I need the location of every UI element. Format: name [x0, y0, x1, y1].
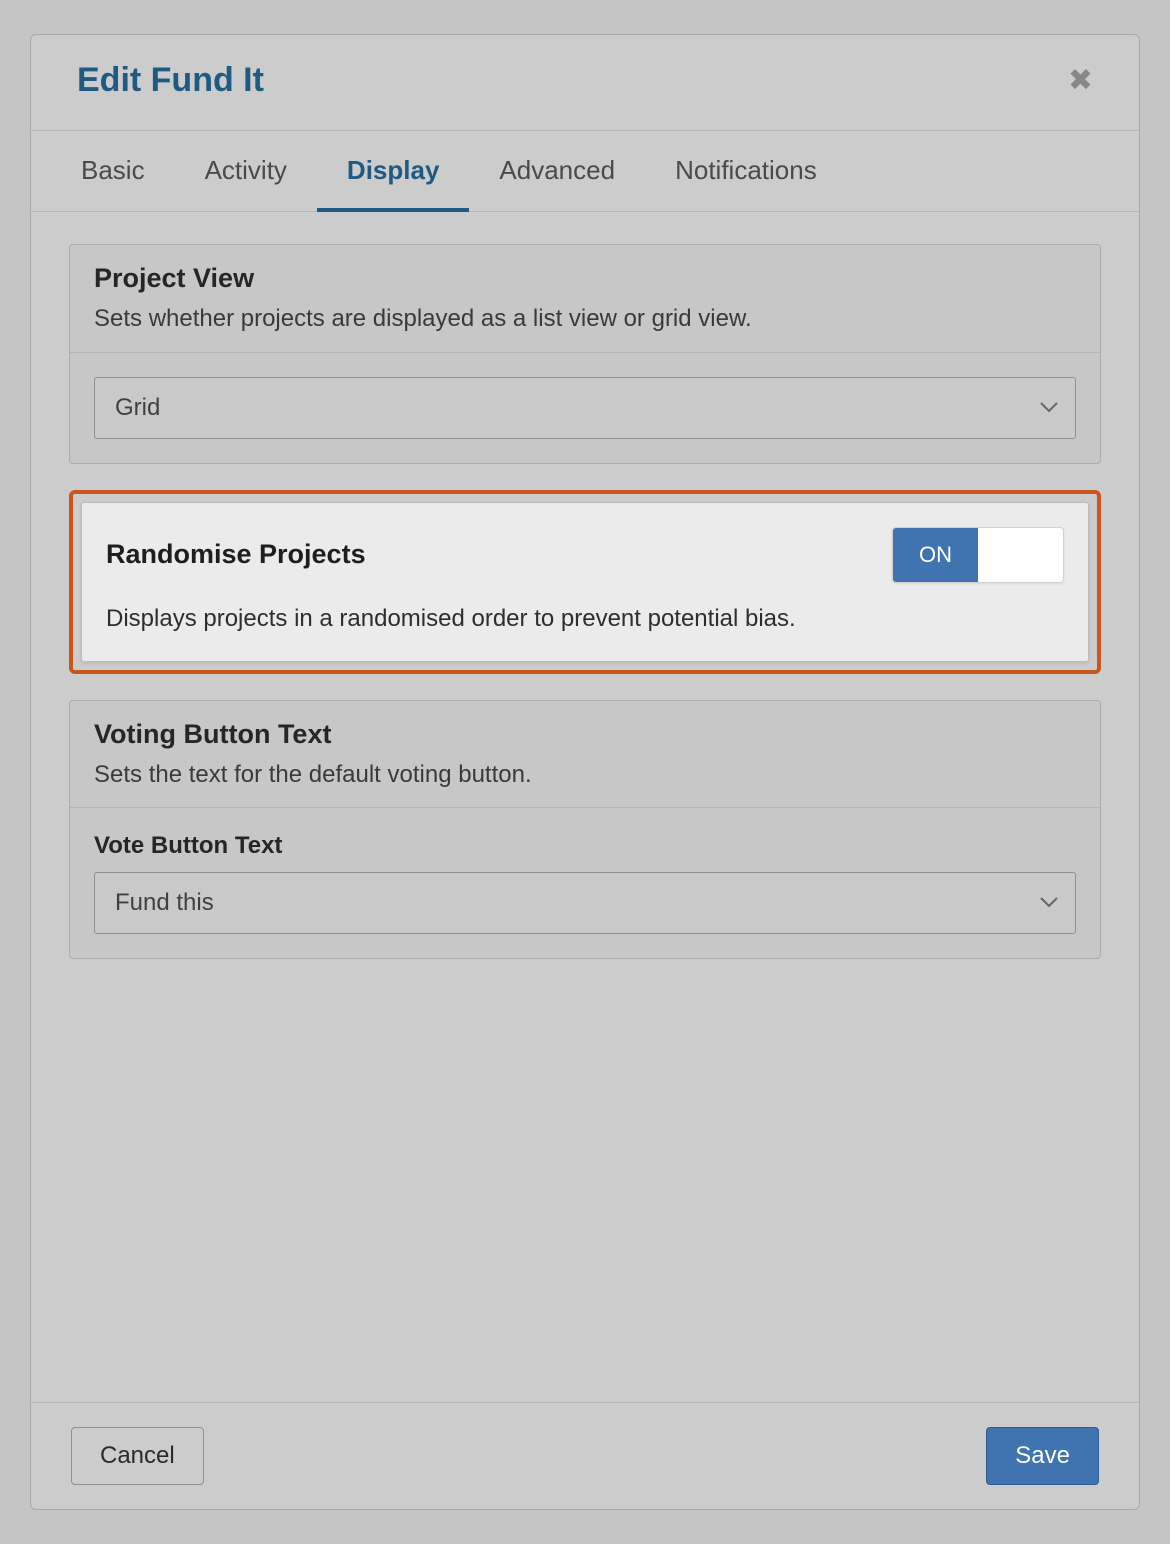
tab-display[interactable]: Display — [317, 131, 470, 212]
voting-card: Voting Button Text Sets the text for the… — [69, 700, 1101, 960]
project-view-desc: Sets whether projects are displayed as a… — [94, 302, 1076, 336]
modal-header: Edit Fund It ✖ — [31, 35, 1139, 131]
randomise-toggle-on: ON — [893, 528, 978, 582]
randomise-title: Randomise Projects — [106, 539, 366, 570]
project-view-body: Grid — [70, 353, 1100, 463]
cancel-button[interactable]: Cancel — [71, 1427, 204, 1485]
tab-notifications[interactable]: Notifications — [645, 131, 847, 212]
edit-fund-it-modal: Edit Fund It ✖ Basic Activity Display Ad… — [30, 34, 1140, 1510]
tab-activity[interactable]: Activity — [175, 131, 317, 212]
randomise-row: Randomise Projects ON — [106, 527, 1064, 583]
vote-button-text-select[interactable]: Fund this — [94, 872, 1076, 934]
tab-basic[interactable]: Basic — [51, 131, 175, 212]
voting-body: Vote Button Text Fund this — [70, 808, 1100, 958]
randomise-card: Randomise Projects ON Displays projects … — [81, 502, 1089, 662]
vote-button-text-label: Vote Button Text — [94, 832, 1076, 860]
project-view-select-wrap: Grid — [94, 377, 1076, 439]
project-view-head: Project View Sets whether projects are d… — [70, 245, 1100, 353]
tab-advanced[interactable]: Advanced — [469, 131, 645, 212]
close-icon[interactable]: ✖ — [1068, 66, 1093, 96]
project-view-select[interactable]: Grid — [94, 377, 1076, 439]
project-view-card: Project View Sets whether projects are d… — [69, 244, 1101, 464]
voting-head: Voting Button Text Sets the text for the… — [70, 701, 1100, 809]
voting-desc: Sets the text for the default voting but… — [94, 758, 1076, 792]
randomise-highlight: Randomise Projects ON Displays projects … — [69, 490, 1101, 674]
modal-footer: Cancel Save — [31, 1402, 1139, 1509]
modal-body: Project View Sets whether projects are d… — [31, 212, 1139, 1402]
save-button[interactable]: Save — [986, 1427, 1099, 1485]
modal-title: Edit Fund It — [77, 61, 264, 100]
voting-title: Voting Button Text — [94, 719, 1076, 750]
randomise-toggle-off — [978, 528, 1063, 582]
project-view-title: Project View — [94, 263, 1076, 294]
randomise-desc: Displays projects in a randomised order … — [106, 605, 1064, 633]
randomise-toggle[interactable]: ON — [892, 527, 1064, 583]
tabs: Basic Activity Display Advanced Notifica… — [31, 131, 1139, 212]
vote-button-text-select-wrap: Fund this — [94, 872, 1076, 934]
